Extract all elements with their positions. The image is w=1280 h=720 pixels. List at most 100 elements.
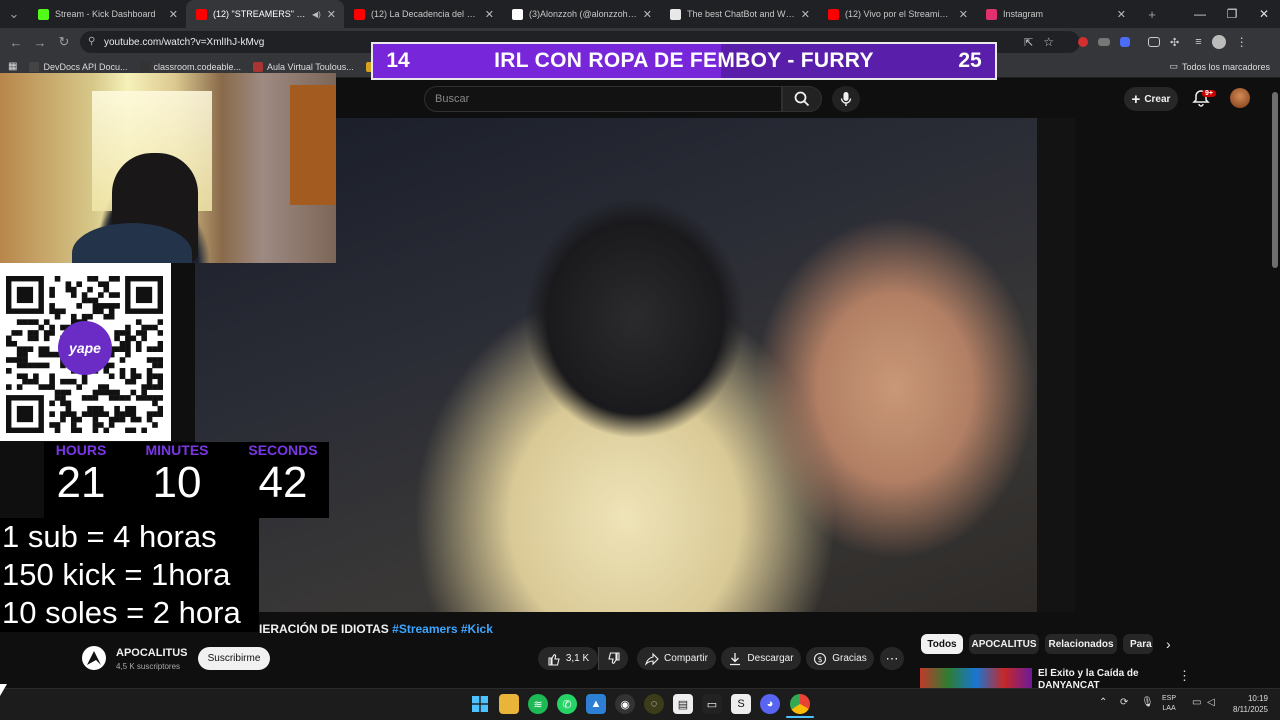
discord-icon[interactable]: ◕ — [760, 694, 780, 714]
extension-glasses-icon[interactable] — [1097, 38, 1110, 46]
voice-search-button[interactable] — [832, 86, 860, 112]
file-explorer-icon[interactable] — [499, 694, 519, 714]
volume-icon[interactable]: ◁ — [1207, 697, 1215, 708]
site-info-icon[interactable]: ⚲ — [88, 36, 95, 47]
browser-tab[interactable]: (3)Alonzzoh (@alonzzoh) | TikT ✕ — [502, 0, 660, 28]
share-button[interactable]: Compartir — [637, 647, 716, 670]
back-icon[interactable]: ← — [4, 35, 28, 50]
reload-icon[interactable]: ↻ — [52, 34, 76, 50]
tab-title: Stream - Kick Dashboard — [55, 9, 156, 19]
input-language[interactable]: ESP LAA — [1162, 694, 1176, 714]
browser-tab-bar: ⌄ Stream - Kick Dashboard ✕ (12) "STREAMER… — [0, 0, 1280, 28]
display-icon[interactable]: ▭ — [1192, 697, 1201, 708]
browser-tab[interactable]: (12) La Decadencia del Streami ✕ — [344, 0, 502, 28]
bookmark-item[interactable]: classroom.codeable... — [139, 61, 242, 72]
like-button[interactable]: 3,1 K — [538, 647, 598, 670]
tab-title: (3)Alonzzoh (@alonzzoh) | TikT — [529, 9, 637, 19]
apps-grid-icon[interactable]: ▦ — [8, 61, 17, 72]
whatsapp-icon[interactable]: ✆ — [557, 694, 577, 714]
browser-tab[interactable]: Instagram ✕ — [976, 0, 1134, 28]
browser-tab[interactable]: The best ChatBot and Widgets ✕ — [660, 0, 818, 28]
bookmark-label: classroom.codeable... — [153, 61, 242, 72]
minutes-label: MINUTES — [145, 442, 209, 458]
terminal-icon[interactable]: ▭ — [702, 694, 722, 714]
bookmark-item[interactable]: Aula Virtual Toulous... — [253, 61, 354, 72]
tab-audio-icon[interactable]: ◀) — [312, 10, 321, 19]
browser-tab[interactable]: (12) "STREAMERS" LA NUEVA ◀) ✕ — [186, 0, 344, 28]
extensions-puzzle-icon[interactable]: ✣ — [1170, 36, 1179, 49]
chevron-right-icon[interactable]: › — [1166, 636, 1171, 652]
create-button[interactable]: + Crear — [1124, 87, 1178, 111]
browser-menu-icon[interactable]: ⋮ — [1236, 35, 1248, 49]
chip-for-you[interactable]: Para — [1123, 634, 1153, 654]
obs-icon[interactable]: ◉ — [615, 694, 635, 714]
close-tab-icon[interactable]: ✕ — [485, 8, 494, 21]
install-app-icon[interactable]: ⇱ — [1024, 36, 1033, 49]
search-placeholder: Buscar — [435, 93, 470, 105]
close-tab-icon[interactable]: ✕ — [643, 8, 652, 21]
minutes-value: 10 — [152, 458, 202, 507]
bookmark-item[interactable]: DevDocs API Docu... — [29, 61, 128, 72]
media-controls-icon[interactable]: ≡ — [1195, 36, 1201, 48]
close-tab-icon[interactable]: ✕ — [327, 8, 336, 21]
close-tab-icon[interactable]: ✕ — [1117, 8, 1126, 21]
download-button[interactable]: Descargar — [721, 647, 801, 670]
app-icon[interactable]: ◌ — [644, 694, 664, 714]
lang-line: ESP — [1162, 695, 1177, 702]
channel-name[interactable]: APOCALITUS — [116, 647, 188, 659]
forward-icon[interactable]: → — [28, 35, 52, 50]
bookmark-star-icon[interactable]: ☆ — [1043, 35, 1054, 49]
new-tab-icon[interactable]: + — [1140, 7, 1164, 22]
search-input[interactable]: Buscar — [424, 86, 782, 112]
search-button[interactable] — [782, 86, 822, 112]
minimize-icon[interactable]: — — [1184, 7, 1216, 21]
extension-screen-icon[interactable] — [1147, 37, 1160, 47]
recommended-menu-icon[interactable]: ⋮ — [1178, 668, 1191, 684]
extension-wave-icon[interactable] — [1119, 37, 1130, 47]
thanks-button[interactable]: $ Gracias — [806, 647, 874, 670]
subscribe-button[interactable]: Suscribirme — [198, 647, 270, 670]
scrollbar-thumb[interactable] — [1272, 92, 1278, 268]
photos-icon[interactable]: ▲ — [586, 694, 606, 714]
close-tab-icon[interactable]: ✕ — [801, 8, 810, 21]
app-s-icon[interactable]: S — [731, 694, 751, 714]
system-clock[interactable]: 10:19 8/11/2025 — [1222, 693, 1268, 715]
download-label: Descargar — [747, 653, 794, 664]
chrome-icon[interactable] — [790, 694, 810, 714]
close-tab-icon[interactable]: ✕ — [169, 8, 178, 21]
browser-tab[interactable]: (12) Vivo por el Streaming - Yo ✕ — [818, 0, 976, 28]
tab-search-icon[interactable]: ⌄ — [0, 6, 28, 22]
notepad-icon[interactable]: ▤ — [673, 694, 693, 714]
restore-icon[interactable]: ❐ — [1216, 7, 1248, 21]
all-bookmarks-link[interactable]: Todos los marcadores — [1182, 62, 1270, 72]
recommended-thumbnail[interactable] — [920, 668, 1032, 688]
windows-start-icon[interactable] — [470, 694, 490, 714]
rule-line: 10 soles = 2 hora — [2, 595, 241, 630]
browser-tab[interactable]: Stream - Kick Dashboard ✕ — [28, 0, 186, 28]
spotify-icon[interactable]: ≋ — [528, 694, 548, 714]
extension-red-icon[interactable] — [1077, 37, 1088, 47]
close-window-icon[interactable]: ✕ — [1248, 7, 1280, 21]
close-tab-icon[interactable]: ✕ — [959, 8, 968, 21]
subscriber-count: 4,5 K suscriptores — [116, 662, 181, 671]
tray-expand-icon[interactable]: ⌃ — [1099, 697, 1107, 708]
chip-channel[interactable]: APOCALITUS — [969, 634, 1039, 654]
tab-title: (12) La Decadencia del Streami — [371, 9, 479, 19]
hashtag-link[interactable]: #Streamers — [392, 622, 457, 636]
sync-icon[interactable]: ⟳ — [1120, 697, 1128, 708]
create-label: Crear — [1144, 93, 1171, 105]
timer-seconds: SECONDS 42 — [244, 442, 322, 506]
hashtag-link[interactable]: #Kick — [461, 622, 493, 636]
sub-goal-banner: 14 IRL CON ROPA DE FEMBOY - FURRY 25 — [371, 42, 997, 80]
more-actions-button[interactable]: ⋯ — [880, 647, 904, 670]
rule-line: 1 sub = 4 horas — [2, 519, 217, 554]
avatar[interactable] — [1230, 88, 1250, 108]
profile-avatar-icon[interactable] — [1211, 35, 1226, 49]
dislike-button[interactable] — [598, 647, 628, 670]
recommended-title[interactable]: El Éxito y la Caída de DANYANCAT — [1038, 668, 1158, 688]
mic-tray-icon[interactable]: 🎙 — [1141, 697, 1154, 708]
chip-related[interactable]: Relacionados — [1045, 634, 1117, 654]
chip-all[interactable]: Todos — [921, 634, 963, 654]
channel-avatar[interactable] — [82, 646, 106, 670]
timer-hours: HOURS 21 — [44, 442, 118, 506]
